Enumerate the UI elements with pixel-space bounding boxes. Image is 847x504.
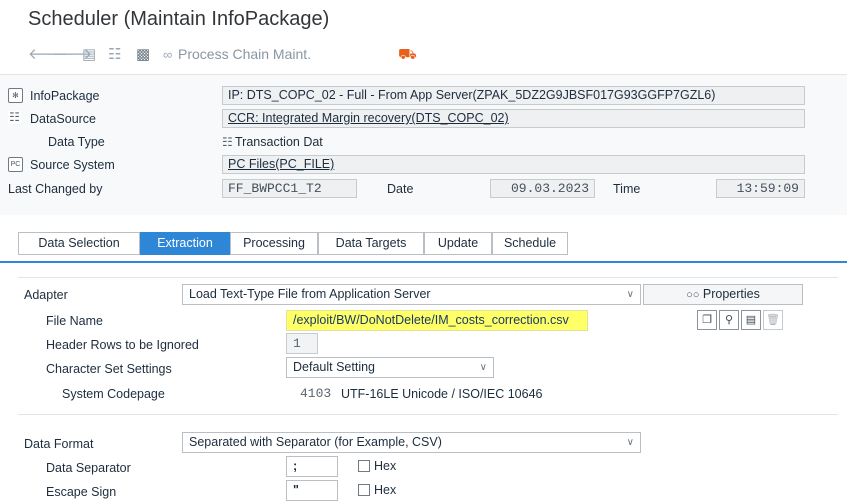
data-separator-hex-checkbox[interactable]: [358, 460, 370, 472]
header-rows-input[interactable]: 1: [286, 333, 318, 354]
tab-schedule[interactable]: Schedule: [492, 232, 568, 255]
date-label: Date: [387, 182, 414, 196]
copy-icon[interactable]: ❐: [697, 310, 717, 330]
file-display-icon[interactable]: ▤: [741, 310, 761, 330]
charset-dropdown[interactable]: Default Setting ∨: [286, 357, 494, 378]
tab-processing[interactable]: Processing: [230, 232, 318, 255]
trash-icon[interactable]: 🗑: [763, 310, 783, 330]
divider: [18, 277, 838, 278]
last-changed-user-field: FF_BWPCC1_T2: [222, 179, 357, 198]
chevron-down-icon: ∨: [626, 289, 634, 300]
codepage-code: 4103: [300, 386, 332, 401]
truck-icon[interactable]: ⛟: [398, 46, 417, 64]
escape-sign-hex-label: Hex: [374, 483, 397, 497]
adapter-dropdown[interactable]: Load Text-Type File from Application Ser…: [182, 284, 641, 305]
charset-label: Character Set Settings: [46, 362, 172, 376]
time-label: Time: [613, 182, 641, 196]
escape-sign-input[interactable]: ": [286, 480, 338, 501]
file-name-label: File Name: [46, 314, 103, 328]
file-search-icon[interactable]: ⚲: [719, 310, 739, 330]
tab-data-targets[interactable]: Data Targets: [318, 232, 424, 255]
charset-value: Default Setting: [293, 360, 375, 374]
data-separator-label: Data Separator: [46, 461, 131, 475]
datasource-icon: ☷: [8, 110, 21, 124]
chevron-down-icon: ∨: [626, 437, 634, 448]
data-type-value: Transaction Dat: [235, 135, 323, 149]
data-format-label: Data Format: [24, 437, 94, 451]
infopackage-icon: ✻: [8, 88, 23, 103]
infopackage-label: InfoPackage: [30, 89, 100, 103]
adapter-label: Adapter: [24, 288, 68, 302]
data-format-value: Separated with Separator (for Example, C…: [189, 435, 442, 449]
document-icon[interactable]: ▤: [82, 46, 96, 64]
chain-link-icon[interactable]: ∞: [163, 46, 172, 64]
chevron-down-icon: ∨: [479, 362, 487, 373]
data-type-label: Data Type: [48, 135, 105, 149]
properties-button[interactable]: ○○ Properties: [643, 284, 803, 305]
datasource-label: DataSource: [30, 112, 97, 126]
source-system-icon: PC: [8, 157, 23, 172]
process-chain-maint-button[interactable]: Process Chain Maint.: [178, 46, 311, 62]
time-field: 13:59:09: [716, 179, 805, 198]
extraction-panel: Adapter Load Text-Type File from Applica…: [0, 263, 847, 504]
hierarchy-icon[interactable]: ☷: [108, 46, 121, 64]
datasource-field[interactable]: CCR: Integrated Margin recovery(DTS_COPC…: [222, 109, 805, 128]
codepage-desc: UTF-16LE Unicode / ISO/IEC 10646: [341, 387, 543, 401]
source-system-label: Source System: [30, 158, 115, 172]
adapter-value: Load Text-Type File from Application Ser…: [189, 287, 431, 301]
tab-update[interactable]: Update: [424, 232, 492, 255]
tab-data-selection[interactable]: Data Selection: [18, 232, 140, 255]
monitor-icon[interactable]: ▩: [136, 46, 150, 64]
window-title: Scheduler (Maintain InfoPackage): [28, 8, 330, 30]
properties-label: Properties: [702, 287, 760, 301]
escape-sign-hex-checkbox[interactable]: [358, 484, 370, 496]
divider: [18, 414, 838, 415]
date-field: 09.03.2023: [490, 179, 595, 198]
file-name-actions: ❐ ⚲ ▤ 🗑: [697, 310, 807, 330]
escape-sign-label: Escape Sign: [46, 485, 117, 499]
source-system-field[interactable]: PC Files(PC_FILE): [222, 155, 805, 174]
last-changed-label: Last Changed by: [8, 182, 103, 196]
glasses-icon: ○○: [686, 289, 700, 301]
tab-extraction[interactable]: Extraction: [140, 232, 230, 255]
application-toolbar: 🡐 🡒 ▤ ☷ ▩ ∞ Process Chain Maint. ⛟: [0, 40, 847, 70]
file-name-input[interactable]: /exploit/BW/DoNotDelete/IM_costs_correct…: [286, 310, 588, 331]
transaction-data-icon: ☷: [222, 135, 233, 149]
infopackage-header: ✻ InfoPackage IP: DTS_COPC_02 - Full - F…: [0, 74, 847, 215]
data-separator-input[interactable]: ;: [286, 456, 338, 477]
header-rows-label: Header Rows to be Ignored: [46, 338, 199, 352]
codepage-label: System Codepage: [62, 387, 165, 401]
data-separator-hex-label: Hex: [374, 459, 397, 473]
infopackage-field: IP: DTS_COPC_02 - Full - From App Server…: [222, 86, 805, 105]
data-format-dropdown[interactable]: Separated with Separator (for Example, C…: [182, 432, 641, 453]
